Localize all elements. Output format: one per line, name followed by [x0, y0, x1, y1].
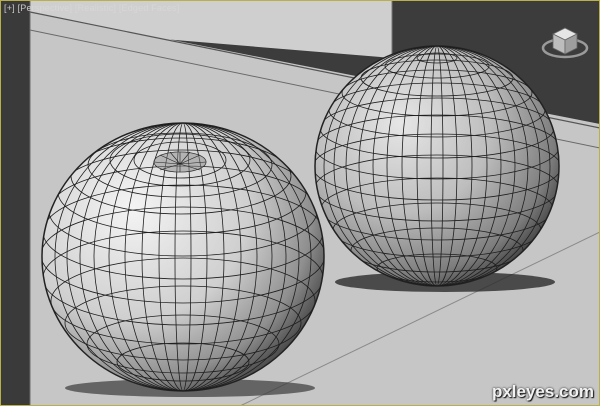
viewport-label[interactable]: [+] [Perspective] [Realistic] [Edged Fac… [4, 3, 179, 13]
viewport-menu-plus[interactable]: [+] [4, 3, 15, 13]
watermark: pxleyes.com [491, 382, 594, 401]
floor-left-strip [0, 0, 30, 406]
perspective-viewport[interactable]: [+] [Perspective] [Realistic] [Edged Fac… [0, 0, 600, 406]
sphere-right-body [314, 45, 560, 287]
scene-canvas[interactable] [0, 0, 600, 406]
viewport-view-name[interactable]: [Perspective] [18, 3, 73, 13]
viewport-edge-mode[interactable]: [Edged Faces] [119, 3, 180, 13]
viewcube-icon[interactable] [540, 22, 590, 62]
viewport-shading-mode[interactable]: [Realistic] [75, 3, 116, 13]
